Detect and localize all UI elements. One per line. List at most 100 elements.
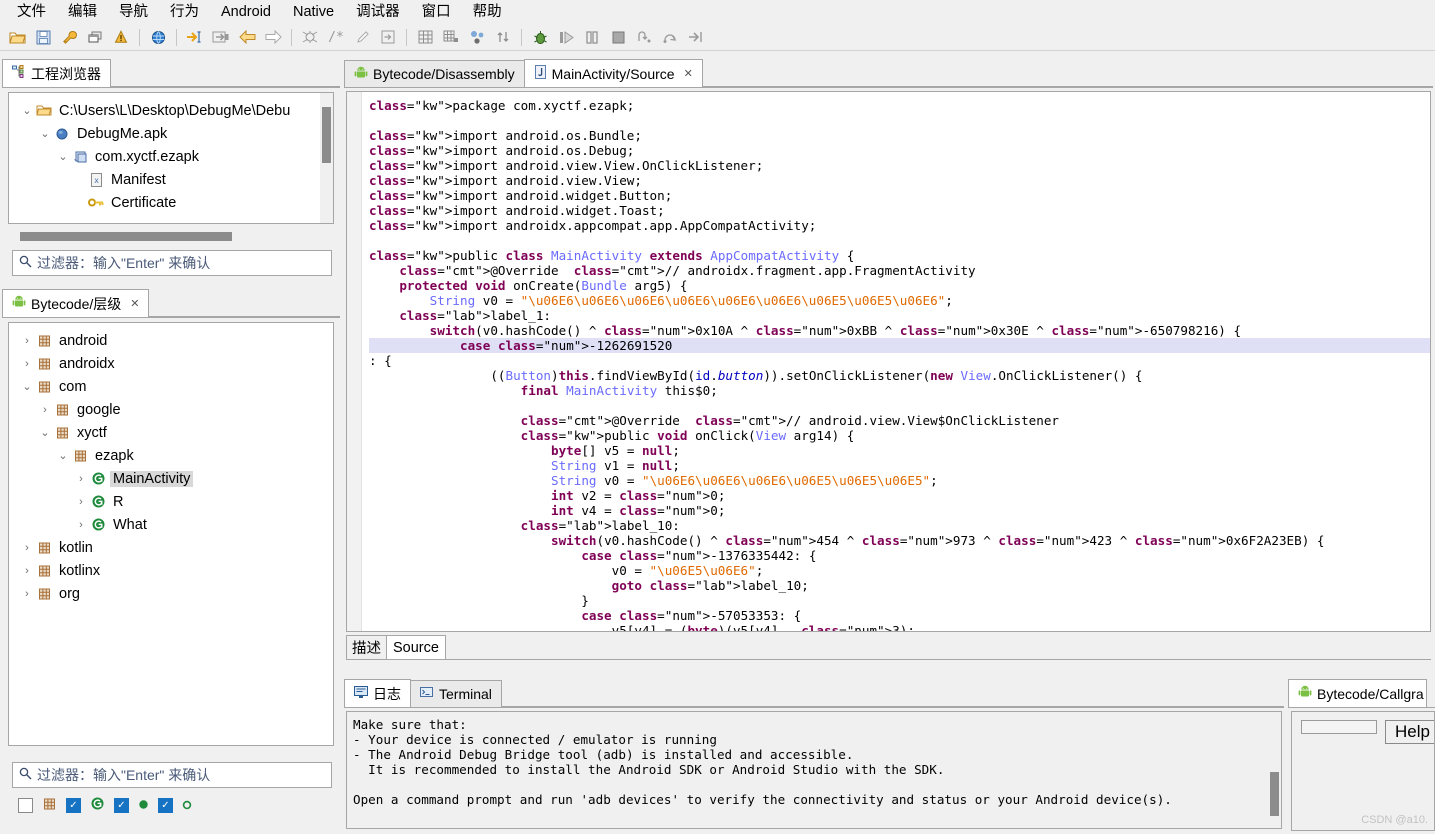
sort-icon[interactable] <box>491 25 515 49</box>
export-icon[interactable] <box>376 25 400 49</box>
tree-item-kotlin[interactable]: ›kotlin <box>9 536 333 559</box>
field-filter-icon[interactable] <box>182 798 192 813</box>
tab-terminal[interactable]: Terminal <box>410 680 502 707</box>
chevron-right-icon[interactable]: › <box>37 404 53 416</box>
chevron-right-icon[interactable]: › <box>19 542 35 554</box>
menu-item-native[interactable]: Native <box>282 1 345 23</box>
console-output-container[interactable]: Make sure that: - Your device is connect… <box>346 711 1282 829</box>
console-vscrollbar[interactable] <box>1268 712 1281 828</box>
wrench-icon[interactable] <box>57 25 81 49</box>
scrollbar-thumb[interactable] <box>20 232 232 241</box>
stop-icon[interactable] <box>606 25 630 49</box>
chevron-down-icon[interactable]: ⌄ <box>19 104 35 117</box>
show-all-checkbox[interactable] <box>18 798 33 813</box>
menu-item-file[interactable]: 文件 <box>6 1 57 23</box>
tree-item-android[interactable]: ›android <box>9 329 333 352</box>
source-code-text[interactable]: class="kw">package com.xyctf.ezapk; clas… <box>347 92 1430 632</box>
tab-project-explorer[interactable]: 工程浏览器 <box>2 59 111 87</box>
tree-item-kotlinx[interactable]: ›kotlinx <box>9 559 333 582</box>
pause-icon[interactable] <box>580 25 604 49</box>
tab-bytecode-hierarchy[interactable]: Bytecode/层级 ✕ <box>2 289 149 317</box>
chevron-right-icon[interactable]: › <box>73 473 89 485</box>
tree-item-certificate[interactable]: Certificate <box>9 191 333 214</box>
chevron-right-icon[interactable]: › <box>19 358 35 370</box>
tree-item-r[interactable]: ›R <box>9 490 333 513</box>
cascade-window-icon[interactable] <box>83 25 107 49</box>
chevron-right-icon[interactable]: › <box>19 335 35 347</box>
tree-item-google[interactable]: ›google <box>9 398 333 421</box>
scrollbar-thumb[interactable] <box>1270 772 1279 816</box>
help-button[interactable]: Help <box>1385 720 1435 744</box>
run-icon[interactable] <box>554 25 578 49</box>
tab-bytecode-disassembly[interactable]: Bytecode/Disassembly <box>344 60 525 87</box>
project-filter-input[interactable]: 过滤器：输入"Enter" 来确认 <box>12 250 332 276</box>
grid-structure-icon[interactable] <box>439 25 463 49</box>
tab-description[interactable]: 描述 <box>346 635 387 659</box>
bytecode-filter-input[interactable]: 过滤器：输入"Enter" 来确认 <box>12 762 332 788</box>
tab-mainactivity-source[interactable]: MainActivity/Source ✕ <box>524 59 703 87</box>
package-filter-icon[interactable] <box>42 797 57 814</box>
source-code-view[interactable]: class="kw">package com.xyctf.ezapk; clas… <box>346 91 1431 632</box>
chevron-down-icon[interactable]: ⌄ <box>55 449 71 462</box>
debug-bug-icon[interactable] <box>528 25 552 49</box>
menu-item-debugger[interactable]: 调试器 <box>345 1 411 23</box>
tree-item-androidx[interactable]: ›androidx <box>9 352 333 375</box>
class-filter-icon[interactable] <box>90 796 105 814</box>
project-tree-vscrollbar[interactable] <box>320 93 333 223</box>
menu-item-actions[interactable]: 行为 <box>159 1 210 23</box>
menu-item-edit[interactable]: 编辑 <box>57 1 108 23</box>
chevron-right-icon[interactable]: › <box>19 588 35 600</box>
chevron-down-icon[interactable]: ⌄ <box>55 150 71 163</box>
edit-pencil-icon[interactable] <box>350 25 374 49</box>
chevron-right-icon[interactable]: › <box>19 565 35 577</box>
tab-log[interactable]: 日志 <box>344 679 411 707</box>
tab-bytecode-callgraph[interactable]: Bytecode/Callgra <box>1288 679 1427 707</box>
chevron-right-icon[interactable]: › <box>73 496 89 508</box>
chevron-right-icon[interactable]: › <box>73 519 89 531</box>
callgraph-search-input[interactable] <box>1301 720 1377 734</box>
project-tree-hscrollbar[interactable] <box>20 230 320 243</box>
tree-item-project-root[interactable]: ⌄ C:\Users\L\Desktop\DebugMe\Debu <box>9 99 333 122</box>
project-tree-container[interactable]: ⌄ C:\Users\L\Desktop\DebugMe\Debu ⌄ Debu… <box>8 92 334 224</box>
method-filter-icon[interactable] <box>138 798 149 813</box>
step-into-arrow-icon[interactable] <box>684 25 708 49</box>
class-checkbox[interactable]: ✓ <box>66 798 81 813</box>
refactor-icon[interactable] <box>298 25 322 49</box>
chevron-down-icon[interactable]: ⌄ <box>37 426 53 439</box>
table-icon[interactable] <box>413 25 437 49</box>
close-icon[interactable]: ✕ <box>130 297 139 310</box>
back-arrow-icon[interactable] <box>235 25 259 49</box>
bubbles-icon[interactable] <box>465 25 489 49</box>
chevron-down-icon[interactable]: ⌄ <box>19 380 35 393</box>
tree-item-manifest[interactable]: x Manifest <box>9 168 333 191</box>
chevron-down-icon[interactable]: ⌄ <box>37 127 53 140</box>
forward-arrow-icon[interactable] <box>261 25 285 49</box>
scrollbar-thumb[interactable] <box>322 107 331 163</box>
menu-item-help[interactable]: 帮助 <box>462 1 513 23</box>
field-checkbox[interactable]: ✓ <box>158 798 173 813</box>
bytecode-tree-container[interactable]: ›android›androidx⌄com›google⌄xyctf⌄ezapk… <box>8 322 334 746</box>
menu-item-navigate[interactable]: 导航 <box>108 1 159 23</box>
menu-item-window[interactable]: 窗口 <box>411 1 462 23</box>
tree-item-org[interactable]: ›org <box>9 582 333 605</box>
step-into-icon[interactable] <box>183 25 207 49</box>
tree-item-ezapk[interactable]: ⌄ezapk <box>9 444 333 467</box>
tree-item-xyctf[interactable]: ⌄xyctf <box>9 421 333 444</box>
step-return-icon[interactable] <box>632 25 656 49</box>
tree-item-package[interactable]: ⌄ com.xyctf.ezapk <box>9 145 333 168</box>
close-icon[interactable]: ✕ <box>684 67 693 80</box>
step-over-icon[interactable] <box>658 25 682 49</box>
globe-icon[interactable] <box>146 25 170 49</box>
comment-icon[interactable]: /* <box>324 25 348 49</box>
step-over-arrow-icon[interactable] <box>209 25 233 49</box>
tree-item-apk[interactable]: ⌄ DebugMe.apk <box>9 122 333 145</box>
tree-item-com[interactable]: ⌄com <box>9 375 333 398</box>
tree-item-what[interactable]: ›What <box>9 513 333 536</box>
tree-item-mainactivity[interactable]: ›MainActivity <box>9 467 333 490</box>
warning-icon[interactable] <box>109 25 133 49</box>
method-checkbox[interactable]: ✓ <box>114 798 129 813</box>
save-icon[interactable] <box>31 25 55 49</box>
open-folder-icon[interactable] <box>5 25 29 49</box>
tab-source[interactable]: Source <box>386 635 446 659</box>
menu-item-android[interactable]: Android <box>210 1 282 23</box>
